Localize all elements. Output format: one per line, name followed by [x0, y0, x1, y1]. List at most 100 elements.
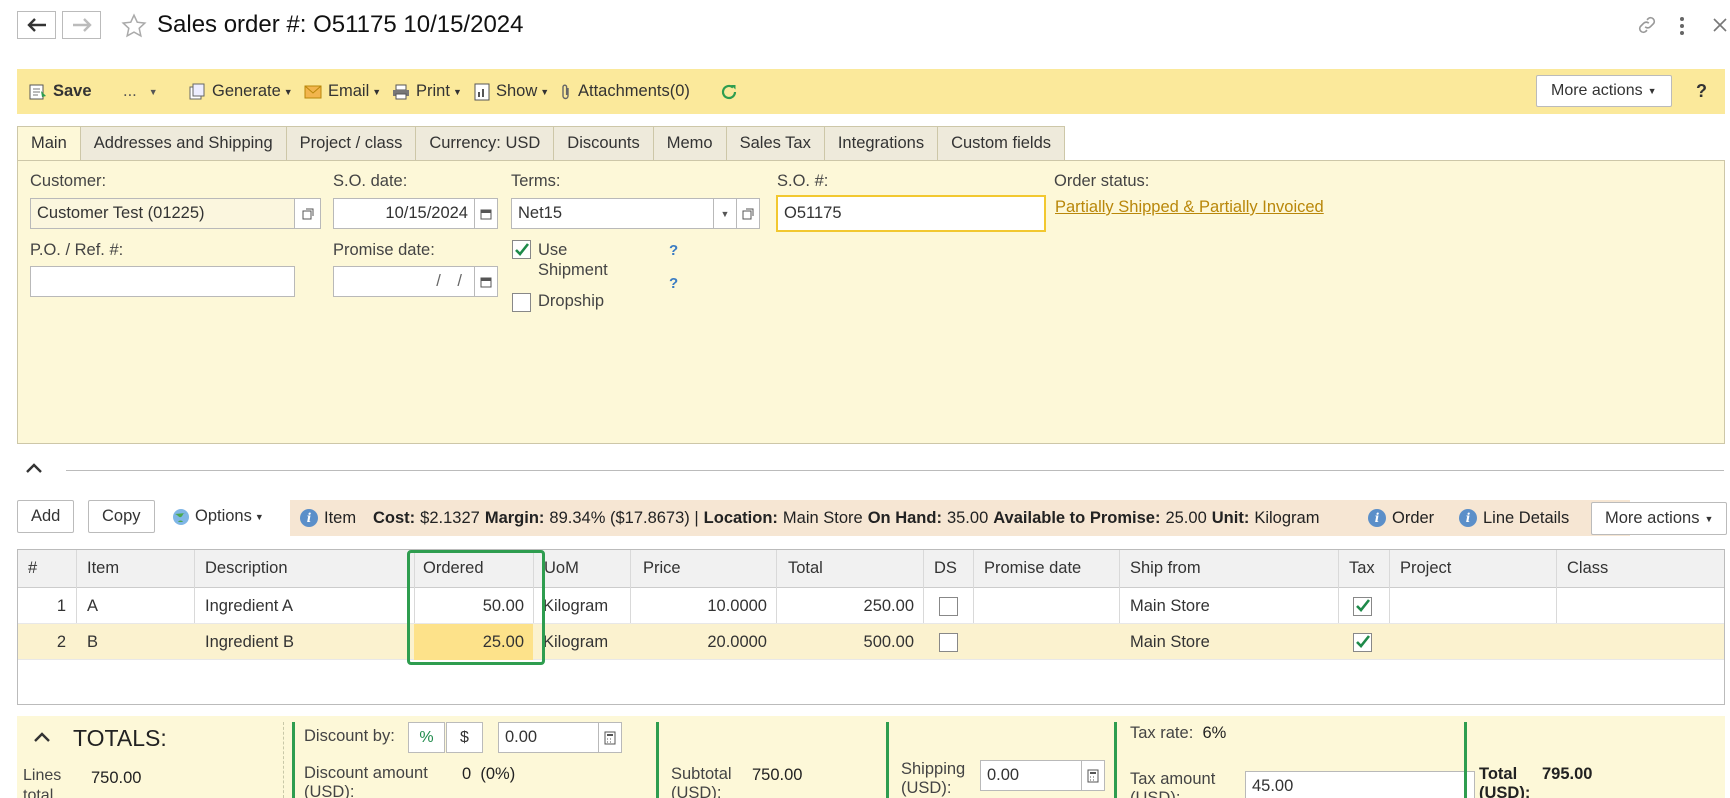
cell-uom[interactable]: Kilogram: [543, 624, 608, 660]
discount-amount-value: 0 (0%): [462, 765, 516, 783]
so-date-field[interactable]: 10/15/2024: [333, 198, 475, 229]
cell-description[interactable]: Ingredient B: [205, 624, 294, 660]
use-shipment-help-icon[interactable]: ?: [669, 242, 678, 259]
forward-button[interactable]: [62, 11, 101, 39]
col-header-ship-from[interactable]: Ship from: [1130, 550, 1201, 586]
collapse-totals-button[interactable]: [34, 732, 50, 742]
discount-calculator-button[interactable]: [598, 722, 622, 753]
cell-tax[interactable]: [1353, 624, 1372, 660]
cell-price[interactable]: 20.0000: [630, 624, 767, 660]
more-actions-button[interactable]: More actions ▼: [1536, 75, 1672, 107]
item-info-tab[interactable]: i Item: [300, 500, 356, 536]
col-header-description[interactable]: Description: [205, 550, 288, 586]
tax-amount-field[interactable]: 45.00: [1245, 771, 1475, 798]
dropship-checkbox[interactable]: [512, 293, 531, 312]
terms-select[interactable]: Net15: [511, 198, 714, 229]
use-shipment-checkbox[interactable]: [512, 240, 531, 259]
tab-main[interactable]: Main: [17, 126, 81, 161]
col-header-class[interactable]: Class: [1567, 550, 1608, 586]
help-button[interactable]: ?: [1696, 69, 1707, 114]
col-header-uom[interactable]: UoM: [544, 550, 579, 586]
print-menu[interactable]: Print ▼: [392, 69, 462, 114]
col-header-num[interactable]: #: [28, 550, 37, 586]
close-icon[interactable]: [1712, 17, 1728, 33]
promise-date-calendar-button[interactable]: [474, 266, 498, 297]
cell-ship-from[interactable]: Main Store: [1130, 624, 1210, 660]
tab-integrations[interactable]: Integrations: [824, 126, 939, 161]
promise-date-field[interactable]: / /: [333, 266, 475, 297]
kebab-menu-icon[interactable]: [1678, 16, 1686, 36]
tab-currency[interactable]: Currency: USD: [416, 126, 555, 161]
line-details-tab[interactable]: i Line Details: [1459, 500, 1569, 536]
shipping-field[interactable]: 0.00: [980, 760, 1082, 791]
main-form-panel: Customer: Customer Test (01225) S.O. dat…: [17, 160, 1725, 444]
terms-dropdown-button[interactable]: ▼: [713, 198, 737, 229]
tax-checkbox[interactable]: [1353, 632, 1372, 652]
tab-memo[interactable]: Memo: [653, 126, 727, 161]
section-divider: [66, 470, 1724, 471]
order-status-link[interactable]: Partially Shipped & Partially Invoiced: [1055, 198, 1324, 217]
save-button[interactable]: Save: [29, 69, 92, 114]
cell-uom[interactable]: Kilogram: [543, 588, 608, 624]
show-menu[interactable]: Show ▼: [474, 69, 549, 114]
so-date-calendar-button[interactable]: [474, 198, 498, 229]
discount-percent-toggle[interactable]: %: [408, 722, 445, 753]
arrow-left-icon: [26, 18, 46, 32]
tab-sales-tax[interactable]: Sales Tax: [726, 126, 825, 161]
col-header-total[interactable]: Total: [788, 550, 823, 586]
cell-ship-from[interactable]: Main Store: [1130, 588, 1210, 624]
col-header-tax[interactable]: Tax: [1349, 550, 1375, 586]
cell-ds[interactable]: [939, 588, 958, 624]
cell-item[interactable]: B: [87, 624, 98, 660]
customer-open-button[interactable]: [294, 198, 321, 229]
tab-custom-fields[interactable]: Custom fields: [938, 126, 1066, 161]
order-lines-grid: # Item Description Ordered UoM Price Tot…: [17, 549, 1725, 705]
generate-icon: [188, 83, 206, 101]
options-menu[interactable]: Options ▼: [160, 500, 276, 533]
refresh-icon[interactable]: [720, 69, 738, 114]
shipping-label: Shipping (USD):: [901, 760, 966, 797]
subtotal-label: Subtotal (USD):: [671, 765, 732, 798]
generate-menu[interactable]: Generate ▼: [188, 69, 293, 114]
tab-discounts[interactable]: Discounts: [554, 126, 654, 161]
col-header-price[interactable]: Price: [643, 550, 681, 586]
dropship-help-icon[interactable]: ?: [669, 275, 678, 292]
table-row[interactable]: 2 B Ingredient B 25.00 Kilogram 20.0000 …: [18, 624, 1724, 660]
attachments-button[interactable]: Attachments(0): [560, 69, 690, 114]
favorite-star-icon[interactable]: [121, 13, 147, 39]
col-header-item[interactable]: Item: [87, 550, 119, 586]
cell-ds[interactable]: [939, 624, 958, 660]
customer-label: Customer:: [30, 172, 107, 190]
tax-checkbox[interactable]: [1353, 596, 1372, 616]
so-number-field[interactable]: O51175: [776, 195, 1046, 232]
discount-value-field[interactable]: 0.00: [498, 722, 599, 753]
discount-dollar-toggle[interactable]: $: [446, 722, 483, 753]
cell-item[interactable]: A: [87, 588, 98, 624]
ds-checkbox[interactable]: [939, 596, 958, 616]
copy-line-button[interactable]: Copy: [88, 500, 155, 533]
more-save-options-button[interactable]: ... ▼: [123, 69, 158, 114]
cell-description[interactable]: Ingredient A: [205, 588, 293, 624]
back-button[interactable]: [17, 11, 56, 39]
shipping-calculator-button[interactable]: [1081, 760, 1105, 791]
cell-tax[interactable]: [1353, 588, 1372, 624]
table-row[interactable]: 1 A Ingredient A 50.00 Kilogram 10.0000 …: [18, 588, 1724, 624]
grid-more-actions-button[interactable]: More actions ▼: [1591, 502, 1728, 535]
col-header-promise-date[interactable]: Promise date: [984, 550, 1081, 586]
col-header-project[interactable]: Project: [1400, 550, 1451, 586]
terms-open-button[interactable]: [736, 198, 760, 229]
col-header-ds[interactable]: DS: [934, 550, 957, 586]
po-ref-field[interactable]: [30, 266, 295, 297]
ds-checkbox[interactable]: [939, 632, 958, 652]
customer-field[interactable]: Customer Test (01225): [30, 198, 295, 229]
tab-addresses-and-shipping[interactable]: Addresses and Shipping: [80, 126, 287, 161]
collapse-form-button[interactable]: [26, 463, 42, 473]
link-icon[interactable]: [1636, 14, 1658, 36]
email-menu[interactable]: Email ▼: [304, 69, 381, 114]
add-line-button[interactable]: Add: [17, 500, 75, 533]
cell-price[interactable]: 10.0000: [630, 588, 767, 624]
order-info-tab[interactable]: i Order: [1368, 500, 1434, 536]
po-ref-label: P.O. / Ref. #:: [30, 241, 124, 259]
cell-num: 1: [56, 596, 66, 615]
tab-project-class[interactable]: Project / class: [286, 126, 417, 161]
